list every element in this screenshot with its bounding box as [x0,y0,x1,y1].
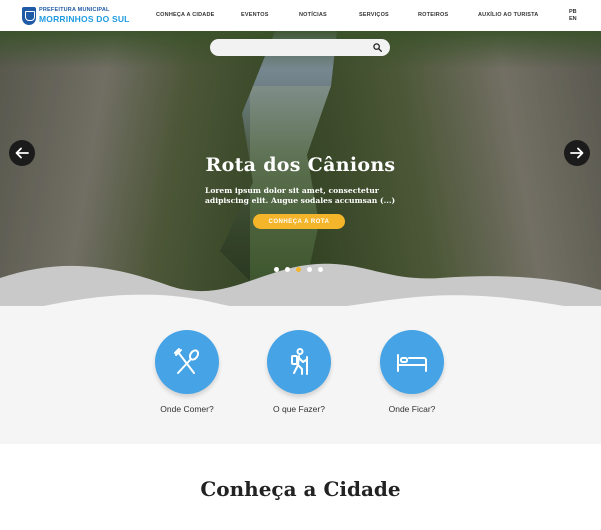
site-logo[interactable]: PREFEITURA MUNICIPAL MORRINHOS DO SUL [22,6,130,25]
carousel-dot[interactable] [307,267,312,272]
service-label: O que Fazer? [273,404,325,414]
carousel-dot[interactable] [318,267,323,272]
service-onde-ficar[interactable]: Onde Ficar? [372,330,452,414]
logo-line-2: MORRINHOS DO SUL [39,13,130,24]
fork-spoon-icon [174,348,200,374]
service-o-que-fazer[interactable]: O que Fazer? [259,330,339,414]
hero-description: Lorem ipsum dolor sit amet, consectetur … [205,186,396,205]
nav-auxilio-ao-turista[interactable]: AUXÍLIO AO TURISTA [478,12,538,18]
hero-wave-divider [0,263,601,306]
hero-title: Rota dos Cânions [205,154,396,176]
service-onde-comer[interactable]: Onde Comer? [147,330,227,414]
carousel-dot[interactable] [285,267,290,272]
logo-line-1: PREFEITURA MUNICIPAL [39,7,110,13]
carousel-dots [274,267,323,272]
service-label: Onde Ficar? [388,404,436,414]
service-label: Onde Comer? [160,404,214,414]
hero-banner: Rota dos Cânions Lorem ipsum dolor sit a… [0,31,601,306]
nav-eventos[interactable]: EVENTOS [241,12,269,18]
services-section: Onde Comer? O que Fazer? Onde Ficar? [0,306,601,444]
nav-noticias[interactable]: NOTÍCIAS [299,12,327,18]
carousel-dot[interactable] [274,267,279,272]
bed-icon [397,354,427,372]
search-icon[interactable] [373,43,382,52]
carousel-dot-active[interactable] [296,267,301,272]
site-header: PREFEITURA MUNICIPAL MORRINHOS DO SUL CO… [0,0,601,31]
section-title: Conheça a Cidade [200,477,401,501]
lang-pb[interactable]: PB [569,9,577,15]
lang-en[interactable]: EN [569,16,577,22]
crest-icon [22,6,36,25]
search-input[interactable] [210,39,390,56]
conheca-a-rota-button[interactable]: CONHEÇA A ROTA [253,214,345,229]
nav-roteiros[interactable]: ROTEIROS [418,12,448,18]
nav-servicos[interactable]: SERVIÇOS [359,12,389,18]
hiker-icon [291,348,308,375]
nav-conheca-a-cidade[interactable]: CONHEÇA A CIDADE [156,12,215,18]
